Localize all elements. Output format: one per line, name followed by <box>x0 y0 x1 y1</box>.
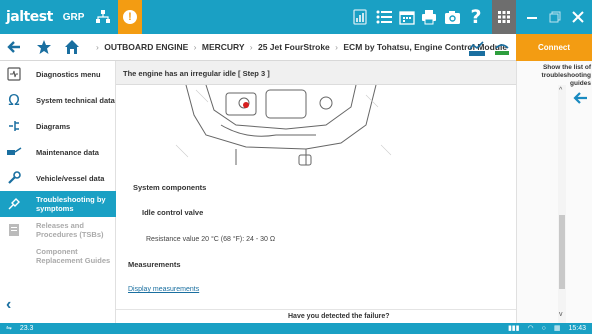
voltage-value: 23.3 <box>19 325 34 332</box>
scroll-up-icon[interactable]: ^ <box>559 87 562 94</box>
sidebar-item-label: Releases and Procedures (TSBs) <box>36 221 104 239</box>
show-guides-arrow-icon[interactable] <box>572 90 588 111</box>
scrollbar-thumb[interactable] <box>559 215 565 289</box>
alert-button[interactable]: ! <box>118 0 142 34</box>
sidebar-item-system-technical-data[interactable]: Ω System technical data <box>0 87 116 113</box>
document-icon <box>6 222 22 238</box>
component-name: Idle control valve <box>142 208 204 217</box>
engine-diagram-image <box>175 85 392 166</box>
sidebar-item-diagnostics-menu[interactable]: Diagnostics menu <box>0 61 116 87</box>
sidebar-item-releases-procedures[interactable]: Releases and Procedures (TSBs) <box>0 217 116 243</box>
sidebar-item-label: Diagnostics menu <box>36 69 101 79</box>
wrench-icon <box>6 170 22 186</box>
sidebar-item-label: Vehicle/vessel data <box>36 173 105 183</box>
search-icon: ○ <box>541 324 546 332</box>
battery-icon: ▮▮▮ <box>507 325 520 332</box>
status-bar: ⇋ 23.3 ▮▮▮ ◠ ○ ▦ 15:43 <box>0 323 592 334</box>
troubleshooting-guides-panel: Show the list of troubleshooting guides <box>516 61 592 323</box>
breadcrumb-item[interactable]: OUTBOARD ENGINE <box>104 42 188 52</box>
alert-icon: ! <box>123 10 137 24</box>
system-components-title: System components <box>133 183 207 192</box>
restore-icon[interactable] <box>543 0 567 34</box>
favorite-star-icon[interactable] <box>36 39 52 60</box>
jaltest-logo: jaltest <box>6 9 53 25</box>
sidebar-item-label: Component Replacement Guides <box>36 247 111 265</box>
diagnostics-icon <box>6 66 22 82</box>
sidebar-item-label: Maintenance data <box>36 147 99 157</box>
clock-time: 15:43 <box>568 324 586 332</box>
sidebar-item-label: Troubleshooting by symptoms <box>36 195 106 213</box>
home-icon[interactable] <box>64 39 80 60</box>
sidebar-item-label: Diagrams <box>36 121 71 131</box>
close-icon[interactable] <box>566 0 590 34</box>
sidebar-item-diagrams[interactable]: Diagrams <box>0 113 116 139</box>
list-icon[interactable] <box>373 6 395 28</box>
calendar-icon[interactable] <box>396 6 418 28</box>
sidebar-item-label: System technical data <box>36 95 115 105</box>
camera-icon[interactable] <box>441 6 463 28</box>
failure-question-bar: Have you detected the failure? <box>116 309 516 323</box>
print-icon[interactable] <box>418 6 440 28</box>
status-right: ▮▮▮ ◠ ○ ▦ 15:43 <box>507 324 586 333</box>
wifi-icon: ◠ <box>527 325 534 332</box>
connection-status-icon[interactable] <box>493 39 511 62</box>
sidebar-item-maintenance-data[interactable]: Maintenance data <box>0 139 116 165</box>
display-measurements-link[interactable]: Display measurements <box>128 286 199 293</box>
show-guides-hint[interactable]: Show the list of troubleshooting guides <box>519 64 591 88</box>
sidebar-item-vehicle-vessel-data[interactable]: Vehicle/vessel data <box>0 165 116 191</box>
ohm-icon: Ω <box>8 91 20 109</box>
page-title: The engine has an irregular idle [ Step … <box>123 69 270 78</box>
report-icon[interactable] <box>349 6 371 28</box>
network-icon[interactable] <box>92 6 114 28</box>
breadcrumb-bar: › OUTBOARD ENGINE › MERCURY › 25 Jet Fou… <box>0 34 516 61</box>
breadcrumb-item[interactable]: MERCURY <box>202 42 245 52</box>
breadcrumb: › OUTBOARD ENGINE › MERCURY › 25 Jet Fou… <box>96 42 508 52</box>
sidebar: Diagnostics menu Ω System technical data… <box>0 61 116 323</box>
grid-icon <box>498 11 510 23</box>
minimize-icon[interactable] <box>520 0 544 34</box>
content-scrollbar[interactable]: ^ v <box>558 85 566 323</box>
group-label: GRP <box>62 11 85 23</box>
app-window: jaltest GRP ! ? › OUTBOARD ENGINE › MERC… <box>0 0 592 334</box>
calendar-icon: ▦ <box>553 325 561 332</box>
breadcrumb-item[interactable]: 25 Jet FourStroke <box>258 42 330 52</box>
component-marker <box>243 102 249 108</box>
top-toolbar: jaltest GRP ! ? <box>0 0 592 34</box>
help-icon[interactable]: ? <box>465 6 487 28</box>
sidebar-item-component-replacement[interactable]: Component Replacement Guides <box>0 243 116 269</box>
scroll-down-icon[interactable]: v <box>559 311 563 318</box>
back-arrow-icon[interactable] <box>6 39 22 60</box>
content-area: System components Idle control valve Res… <box>116 85 516 323</box>
diagrams-icon <box>6 118 22 134</box>
connect-button[interactable]: Connect <box>516 34 592 61</box>
usb-icon: ⇋ <box>6 325 12 332</box>
sidebar-item-troubleshooting[interactable]: Troubleshooting by symptoms <box>0 191 116 217</box>
troubleshooting-icon <box>6 196 22 212</box>
content-header: The engine has an irregular idle [ Step … <box>116 61 516 85</box>
measurements-title: Measurements <box>128 260 181 269</box>
resistance-value: Resistance value 20 °C (68 °F): 24 - 30 … <box>146 236 276 243</box>
test-icon[interactable] <box>468 39 486 62</box>
failure-question: Have you detected the failure? <box>288 313 390 320</box>
status-left: ⇋ 23.3 <box>6 324 33 332</box>
maintenance-icon <box>6 144 22 160</box>
brand: jaltest GRP <box>6 8 84 26</box>
apps-button[interactable] <box>492 0 516 34</box>
sidebar-collapse-icon[interactable]: ‹ <box>6 296 11 314</box>
